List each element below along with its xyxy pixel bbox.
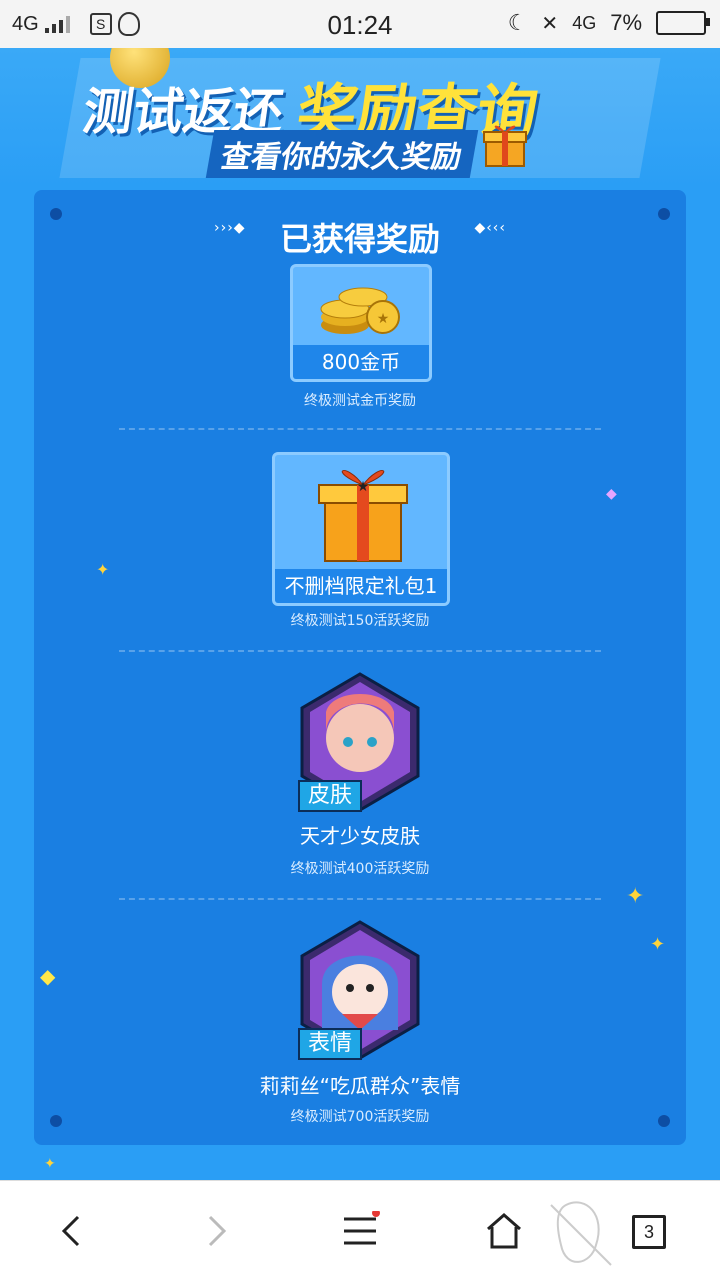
svg-text:★: ★: [357, 479, 370, 495]
emoji-badge: 表情: [298, 1028, 362, 1060]
banner-subtitle: 查看你的永久奖励: [205, 130, 479, 178]
sparkle-icon: ◆: [606, 486, 617, 502]
gift-box-icon: ★: [318, 470, 408, 562]
sparkle-icon: ✦: [626, 884, 645, 909]
reward-item-gift: ★ 不删档限定礼包1: [272, 452, 450, 606]
sparkle-icon: ◆: [40, 964, 56, 988]
reward-name: 800金币: [293, 345, 429, 379]
svg-text:★: ★: [377, 311, 390, 327]
browser-nav-bar: 3: [0, 1180, 720, 1281]
tabs-count-icon[interactable]: 3: [632, 1215, 666, 1249]
reward-caption: 终极测试700活跃奖励: [290, 1109, 430, 1125]
divider: [119, 428, 601, 430]
reward-item-emoji: 表情: [298, 920, 422, 1060]
network-type-right: 4G: [572, 12, 597, 33]
reward-name: 天才少女皮肤: [300, 824, 420, 848]
status-bar: 4G S 01:24 ☾ ✕ 4G 7%: [0, 0, 720, 48]
battery-icon: [656, 11, 710, 35]
footprint-icon: [550, 1201, 612, 1266]
skin-badge: 皮肤: [298, 780, 362, 812]
reward-name: 莉莉丝“吃瓜群众”表情: [259, 1074, 461, 1098]
reward-caption: 终极测试400活跃奖励: [290, 861, 430, 877]
battery-percent: 7%: [610, 10, 642, 35]
reward-item-skin: 皮肤: [298, 672, 422, 812]
title-right-decoration-icon: ◆‹‹‹: [474, 220, 506, 236]
sparkle-icon: ✦: [650, 934, 666, 955]
status-right: ☾ ✕ 4G 7%: [507, 10, 710, 36]
divider: [119, 898, 601, 900]
reward-item-coins: ★ 800金币: [290, 264, 432, 382]
mute-icon: ✕: [541, 12, 559, 35]
hamburger-menu-icon[interactable]: [340, 1211, 380, 1251]
rewards-panel: ›››◆ 已获得奖励 ◆‹‹‹ ★ 800金币 终极测试金币奖励 ★ 不删档限定…: [34, 190, 686, 1145]
reward-caption: 终极测试金币奖励: [304, 393, 416, 409]
coins-icon: ★: [320, 287, 400, 334]
home-icon[interactable]: [484, 1211, 524, 1251]
chevron-left-icon[interactable]: [52, 1211, 92, 1251]
panel-title: 已获得奖励: [279, 220, 440, 258]
moon-icon: ☾: [507, 10, 528, 35]
reward-caption: 终极测试150活跃奖励: [290, 613, 430, 629]
sparkle-icon: ✦: [96, 560, 110, 579]
header-banner: 测试返还 奖励查询 查看你的永久奖励: [0, 48, 720, 188]
sparkle-icon: ✦: [44, 1156, 56, 1172]
chevron-right-icon[interactable]: [196, 1211, 236, 1251]
tab-count: 3: [643, 1222, 654, 1242]
reward-name: 不删档限定礼包1: [275, 569, 447, 603]
divider: [119, 650, 601, 652]
gift-decoration-icon: [483, 125, 527, 167]
